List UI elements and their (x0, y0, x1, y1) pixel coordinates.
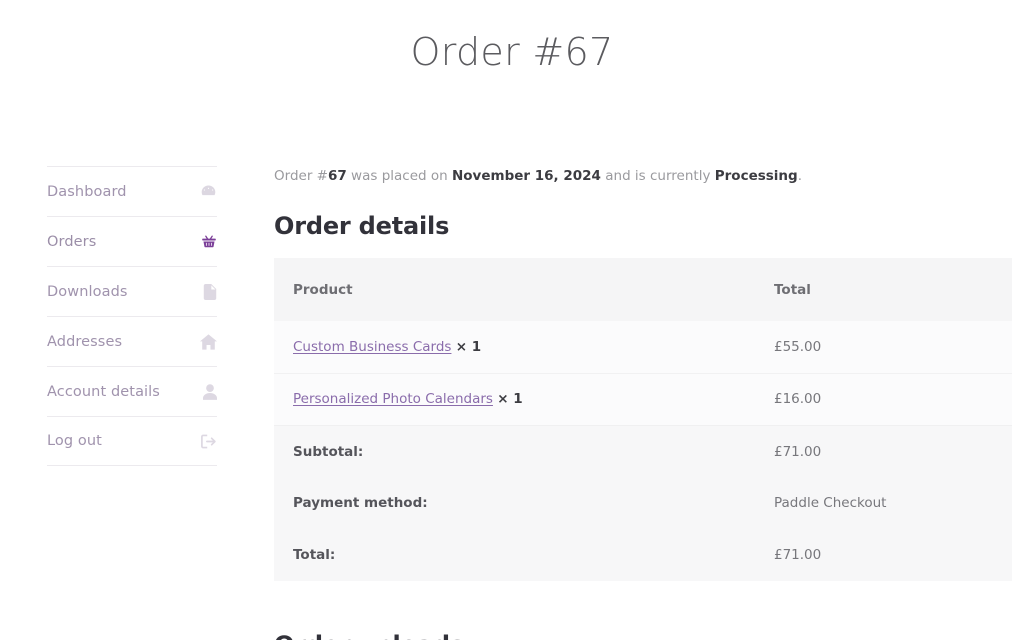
order-page: Order #67 Dashboard Orders Downloads Add… (0, 0, 1024, 640)
table-row: Personalized Photo Calendars × 1 £16.00 (274, 372, 1012, 426)
order-table-body: Custom Business Cards × 1 £55.00 Persona… (274, 321, 1012, 426)
payment-method-value: Paddle Checkout (755, 477, 1012, 530)
file-icon (197, 283, 217, 300)
order-status-prefix: Order # (274, 168, 328, 184)
sidebar-item-label: Dashboard (47, 183, 127, 200)
product-cell: Personalized Photo Calendars × 1 (274, 372, 755, 426)
sidebar-item-log-out[interactable]: Log out (47, 416, 217, 466)
column-header-total: Total (755, 258, 1012, 322)
total-label: Total: (274, 529, 755, 582)
sidebar-item-label: Log out (47, 433, 102, 449)
sidebar-item-label: Orders (47, 233, 97, 250)
sidebar-item-label: Account details (47, 383, 160, 400)
order-main-content: Order #67 was placed on November 16, 202… (274, 166, 1012, 582)
sidebar-item-dashboard[interactable]: Dashboard (47, 166, 217, 216)
product-quantity: × 1 (497, 391, 523, 408)
product-cell: Custom Business Cards × 1 (274, 321, 755, 373)
payment-method-row: Payment method: Paddle Checkout (274, 477, 1012, 530)
sidebar-item-label: Addresses (47, 333, 123, 350)
table-header-row: Product Total (274, 258, 1012, 322)
order-status-line: Order #67 was placed on November 16, 202… (274, 166, 1012, 186)
product-link[interactable]: Custom Business Cards (293, 339, 451, 355)
order-table-foot: Subtotal: £71.00 Payment method: Paddle … (274, 424, 1012, 582)
payment-method-label: Payment method: (274, 477, 755, 530)
order-table-head: Product Total (274, 258, 1012, 322)
account-sidebar: Dashboard Orders Downloads Addresses Acc… (47, 166, 217, 466)
table-row: Custom Business Cards × 1 £55.00 (274, 321, 1012, 374)
order-number: 67 (327, 168, 347, 184)
sidebar-nav-list: Dashboard Orders Downloads Addresses Acc… (47, 166, 217, 466)
order-status-badge: Processing (714, 168, 798, 184)
subtotal-label: Subtotal: (274, 424, 755, 478)
subtotal-value: £71.00 (755, 424, 1012, 478)
product-total: £16.00 (755, 372, 1012, 426)
sidebar-item-account-details[interactable]: Account details (47, 366, 217, 416)
product-total: £55.00 (774, 339, 822, 355)
sidebar-item-orders[interactable]: Orders (47, 216, 217, 266)
sidebar-item-downloads[interactable]: Downloads (47, 266, 217, 316)
total-row: Total: £71.00 (274, 529, 1012, 582)
order-status-currently-text: and is currently (600, 168, 715, 184)
sidebar-item-label: Downloads (47, 283, 128, 300)
product-quantity: × 1 (455, 339, 482, 355)
subtotal-row: Subtotal: £71.00 (274, 424, 1012, 478)
order-details-table: Product Total Custom Business Cards × 1 … (274, 258, 1012, 582)
order-uploads-heading: Order uploads (274, 631, 464, 640)
column-header-product: Product (274, 258, 755, 322)
sign-out-icon (197, 434, 217, 449)
order-details-heading: Order details (274, 212, 450, 241)
total-value: £71.00 (755, 529, 1012, 582)
page-title: Order #67 (410, 30, 614, 74)
sidebar-item-addresses[interactable]: Addresses (47, 316, 217, 366)
product-link[interactable]: Personalized Photo Calendars (293, 391, 493, 407)
gauge-icon (197, 183, 217, 200)
user-icon (197, 383, 217, 400)
order-status-placed-text: was placed on (346, 168, 452, 184)
basket-icon (197, 234, 217, 250)
order-status-suffix: . (797, 168, 803, 184)
home-icon (197, 333, 217, 350)
order-date: November 16, 2024 (451, 168, 601, 184)
